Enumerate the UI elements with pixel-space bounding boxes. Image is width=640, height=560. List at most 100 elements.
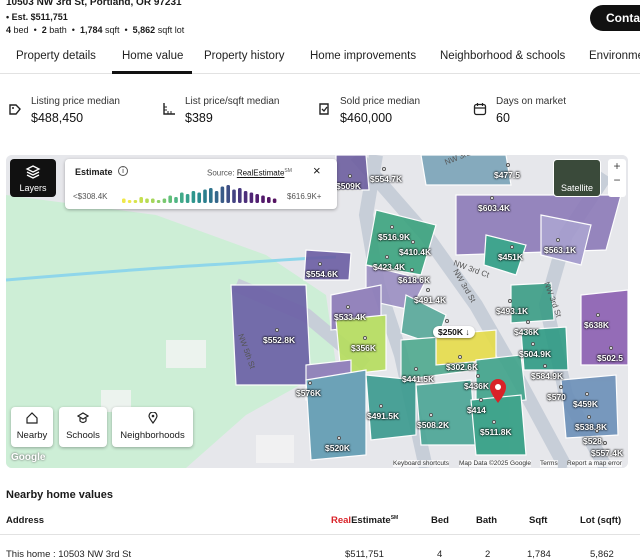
price-label[interactable]: $459K bbox=[573, 399, 598, 409]
price-label[interactable]: $552.8K bbox=[263, 335, 295, 345]
price-marker-dot[interactable] bbox=[426, 288, 430, 292]
price-label[interactable]: $557.4K bbox=[591, 448, 623, 458]
price-marker-dot[interactable] bbox=[595, 429, 599, 433]
price-marker-dot[interactable] bbox=[390, 225, 394, 229]
price-label[interactable]: $638K bbox=[584, 320, 609, 330]
price-marker-dot[interactable] bbox=[603, 441, 607, 445]
price-marker-dot[interactable] bbox=[587, 415, 591, 419]
price-label[interactable]: $423.4K bbox=[373, 262, 405, 272]
price-label[interactable]: $563.1K bbox=[544, 245, 576, 255]
zoom-out-button[interactable]: − bbox=[608, 173, 626, 187]
price-marker-dot[interactable] bbox=[429, 413, 433, 417]
info-icon[interactable]: i bbox=[118, 166, 128, 176]
price-marker-dot[interactable] bbox=[585, 392, 589, 396]
price-label[interactable]: $302.6K bbox=[446, 362, 478, 372]
price-marker-dot[interactable] bbox=[531, 342, 535, 346]
price-marker-dot[interactable] bbox=[526, 320, 530, 324]
price-marker-dot[interactable] bbox=[414, 367, 418, 371]
price-marker-dot[interactable] bbox=[479, 398, 483, 402]
price-label[interactable]: $511.8K bbox=[480, 427, 512, 437]
price-marker-dot[interactable] bbox=[275, 328, 279, 332]
price-marker-dot[interactable] bbox=[411, 240, 415, 244]
tab-property-details[interactable]: Property details bbox=[16, 50, 96, 62]
layers-button[interactable]: Layers bbox=[10, 159, 56, 197]
keyboard-shortcuts-link[interactable]: Keyboard shortcuts bbox=[393, 460, 450, 467]
property-stats: 4 bed • 2 bath • 1,784 sqft • 5,862 sqft… bbox=[6, 25, 185, 35]
terms-link[interactable]: Terms bbox=[540, 460, 558, 467]
price-marker-dot[interactable] bbox=[609, 346, 613, 350]
price-label[interactable]: $538.8K bbox=[575, 422, 607, 432]
price-marker-dot[interactable] bbox=[490, 196, 494, 200]
price-label[interactable]: $516.9K bbox=[378, 232, 410, 242]
schools-button[interactable]: Schools bbox=[59, 407, 107, 447]
estimate-text: Est. $511,751 bbox=[11, 12, 68, 22]
report-map-error-link[interactable]: Report a map error bbox=[567, 460, 622, 467]
price-label[interactable]: $603.4K bbox=[478, 203, 510, 213]
tab-environment[interactable]: Environment bbox=[589, 50, 640, 62]
price-marker-dot[interactable] bbox=[346, 305, 350, 309]
price-label[interactable]: $508.2K bbox=[417, 420, 449, 430]
contact-button[interactable]: Contact bbox=[590, 5, 640, 31]
price-marker-dot[interactable] bbox=[337, 436, 341, 440]
price-label[interactable]: $554.7K bbox=[370, 174, 402, 184]
price-label[interactable]: $618.6K bbox=[398, 275, 430, 285]
nearby-button[interactable]: Nearby bbox=[11, 407, 53, 447]
price-label[interactable]: $576K bbox=[296, 388, 321, 398]
price-marker-dot[interactable] bbox=[596, 313, 600, 317]
price-marker-dot[interactable] bbox=[308, 381, 312, 385]
metric-days-on-market: Days on market 60 bbox=[473, 96, 623, 130]
price-marker-dot[interactable] bbox=[476, 374, 480, 378]
price-label[interactable]: $533.4K bbox=[334, 312, 366, 322]
price-marker-dot[interactable] bbox=[348, 174, 352, 178]
price-label[interactable]: $509K bbox=[336, 181, 361, 191]
price-label[interactable]: $528. bbox=[583, 436, 604, 446]
price-marker-dot[interactable] bbox=[508, 299, 512, 303]
price-marker-dot[interactable] bbox=[543, 364, 547, 368]
price-label[interactable]: $491.4K bbox=[414, 295, 446, 305]
tab-property-history[interactable]: Property history bbox=[204, 50, 285, 62]
price-marker-dot[interactable] bbox=[445, 319, 449, 323]
price-marker-dot[interactable] bbox=[363, 336, 367, 340]
price-label[interactable]: $410.4K bbox=[399, 247, 431, 257]
price-marker-dot[interactable] bbox=[410, 268, 414, 272]
price-label[interactable]: $356K bbox=[351, 343, 376, 353]
price-label[interactable]: $493.1K bbox=[496, 306, 528, 316]
price-marker-dot[interactable] bbox=[510, 245, 514, 249]
zoom-in-button[interactable]: + bbox=[608, 159, 626, 173]
price-label[interactable]: $554.6K bbox=[306, 269, 338, 279]
source-link[interactable]: RealEstimate bbox=[237, 169, 285, 178]
price-label[interactable]: $250K ↓ bbox=[433, 326, 475, 338]
price-label[interactable]: $491.5K bbox=[367, 411, 399, 421]
price-marker-dot[interactable] bbox=[382, 167, 386, 171]
close-icon[interactable]: × bbox=[313, 163, 321, 178]
histogram-bar bbox=[238, 188, 242, 203]
price-marker-dot[interactable] bbox=[385, 255, 389, 259]
satellite-toggle[interactable]: Satellite bbox=[553, 159, 601, 197]
price-marker-dot[interactable] bbox=[379, 404, 383, 408]
price-label[interactable]: $477.5 bbox=[494, 170, 520, 180]
price-label[interactable]: $436K bbox=[464, 381, 489, 391]
price-label[interactable]: $584.9K bbox=[531, 371, 563, 381]
price-marker-dot[interactable] bbox=[506, 163, 510, 167]
price-label[interactable]: $520K bbox=[325, 443, 350, 453]
price-label[interactable]: $570 bbox=[547, 392, 566, 402]
price-marker-dot[interactable] bbox=[559, 385, 563, 389]
price-label[interactable]: $436K bbox=[514, 327, 539, 337]
price-marker-dot[interactable] bbox=[318, 262, 322, 266]
price-label[interactable]: $441.5K bbox=[402, 374, 434, 384]
tab-bar: Property details Home value Property his… bbox=[0, 44, 640, 74]
price-marker-dot[interactable] bbox=[492, 420, 496, 424]
price-label[interactable]: $414 bbox=[467, 405, 486, 415]
tab-home-value[interactable]: Home value bbox=[122, 50, 183, 62]
price-label[interactable]: $451K bbox=[498, 252, 523, 262]
price-label[interactable]: $502.5 bbox=[597, 353, 623, 363]
neighborhoods-button[interactable]: Neighborhoods bbox=[112, 407, 193, 447]
tab-neighborhood-schools[interactable]: Neighborhood & schools bbox=[440, 50, 565, 62]
price-marker-dot[interactable] bbox=[458, 355, 462, 359]
price-marker-dot[interactable] bbox=[556, 238, 560, 242]
histogram-bar bbox=[162, 198, 167, 203]
tab-home-improvements[interactable]: Home improvements bbox=[310, 50, 416, 62]
estimate-source: Source: RealEstimateSM bbox=[207, 168, 292, 178]
price-label[interactable]: $504.9K bbox=[519, 349, 551, 359]
home-value-map[interactable]: NW 3rd Ct NW 3rd Ct NW 3rd St NW 3rd St … bbox=[6, 155, 628, 468]
